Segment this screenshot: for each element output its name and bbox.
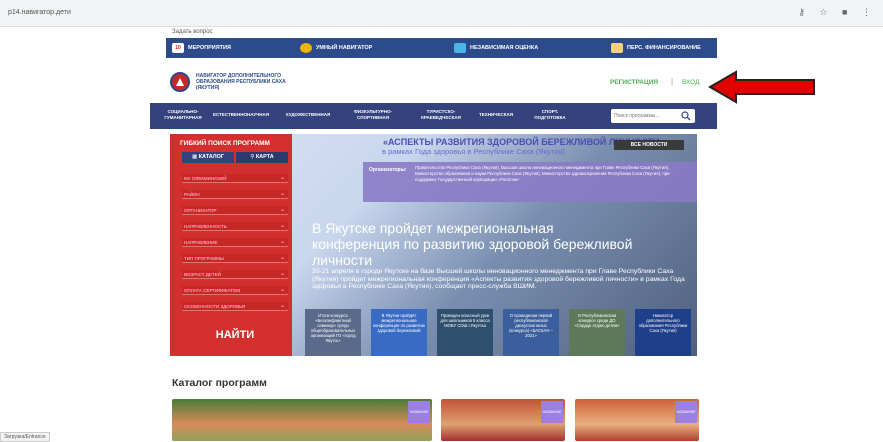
chevron-down-icon: ⌄ [279, 287, 285, 293]
filter-label: РАЙОН [184, 192, 200, 197]
chevron-down-icon: ⌄ [279, 207, 285, 213]
chevron-down-icon: ⌄ [279, 255, 285, 261]
find-button[interactable]: НАЙТИ [182, 322, 288, 348]
register-link[interactable]: РЕГИСТРАЦИЯ [610, 79, 658, 86]
tab-catalog-label: КАТАЛОГ [198, 154, 225, 160]
grid-icon: ▦ [191, 154, 199, 160]
filter-label: ВОЗРАСТ ДЕТЕЙ [184, 272, 221, 277]
top-nav-label: НЕЗАВИСИМАЯ ОЦЕНКА [470, 45, 539, 51]
top-nav-label: ПЕРС. ФИНАНСИРОВАНИЕ [627, 45, 701, 51]
category-label: ТУРИСТСКО- КРАЕВЕДЧЕСКАЯ [421, 109, 461, 120]
category-sport-training[interactable]: СПОРТ. ПОДГОТОВКА [522, 109, 578, 120]
tab-catalog[interactable]: ▦ КАТАЛОГ [182, 152, 234, 163]
card-icon [611, 42, 623, 53]
news-thumbnail-strip: Итоги конкурса «Бесконфликтный семинар» … [305, 309, 697, 356]
filter-district[interactable]: РАЙОН ⌄ [182, 190, 288, 199]
browser-url[interactable]: p14.навигатор.дети [8, 9, 71, 16]
top-nav-independent-assessment[interactable]: НЕЗАВИСИМАЯ ОЦЕНКА [454, 38, 538, 58]
category-technical[interactable]: ТЕХНИЧЕСКАЯ [474, 112, 518, 118]
catalog-title: Каталог программ [172, 377, 267, 389]
card-badge: НАЗВАНИЕ [675, 401, 697, 423]
chevron-down-icon: ⌄ [279, 175, 285, 181]
filter-label: ОРГАНИЗАТОР [184, 208, 217, 213]
category-nav: СОЦИАЛЬНО- ГУМАНИТАРНАЯ ЕСТЕСТВЕННОНАУЧН… [150, 103, 717, 129]
filter-label: ОПЛАТА СЕРТИФИКАТОМ [184, 288, 240, 293]
filter-label: МУ ОЛЕКМИНСКИЙ [184, 176, 227, 181]
news-thumb[interactable]: О Республиканском конкурсе среди ДО «Сер… [569, 309, 625, 356]
people-icon [300, 42, 312, 53]
chevron-down-icon: ⌄ [279, 223, 285, 229]
chevron-down-icon: ⌄ [279, 191, 285, 197]
filter-program-type[interactable]: ТИП ПРОГРАММЫ ⌄ [182, 254, 288, 263]
category-natural-science[interactable]: ЕСТЕСТВЕННОНАУЧНАЯ [208, 112, 274, 118]
search-input[interactable] [614, 111, 676, 121]
flexible-search-panel: ГИБКИЙ ПОИСК ПРОГРАММ ▦ КАТАЛОГ ⚲ КАРТА … [170, 134, 292, 356]
top-nav-smart-navigator[interactable]: УМНЫЙ НАВИГАТОР [300, 38, 372, 58]
red-arrow-annotation-icon [708, 70, 815, 104]
category-social[interactable]: СОЦИАЛЬНО- ГУМАНИТАРНАЯ [164, 109, 202, 120]
chevron-down-icon: ⌄ [279, 239, 285, 245]
login-link[interactable]: ВХОД [682, 79, 700, 86]
filter-focus[interactable]: НАПРАВЛЕННОСТЬ ⌄ [182, 222, 288, 231]
organizers-label: Организаторы: [369, 167, 407, 173]
hero-subtitle: в рамках Года здоровья в Республике Саха… [382, 147, 565, 156]
logo-text: НАВИГАТОР ДОПОЛНИТЕЛЬНОГО ОБРАЗОВАНИЯ РЕ… [196, 73, 286, 91]
calendar-icon: 10 [172, 42, 184, 53]
program-card[interactable]: НАЗВАНИЕ [441, 399, 565, 441]
news-description: 20-21 апреля в городе Якутске на базе Вы… [312, 268, 685, 291]
program-card[interactable]: НАЗВАНИЕ [575, 399, 699, 441]
card-badge: НАЗВАНИЕ [408, 401, 430, 423]
news-headline[interactable]: В Якутске пройдет межрегиональная конфер… [312, 220, 642, 268]
category-label: СОЦИАЛЬНО- ГУМАНИТАРНАЯ [164, 109, 202, 120]
ask-question-link[interactable]: Задать вопрос [172, 29, 213, 35]
search-box [611, 109, 695, 123]
top-nav-label: УМНЫЙ НАВИГАТОР [316, 45, 373, 51]
top-nav-label: МЕРОПРИЯТИЯ [188, 45, 231, 51]
top-nav: 10 МЕРОПРИЯТИЯ УМНЫЙ НАВИГАТОР НЕЗАВИСИМА… [166, 38, 717, 58]
filter-direction[interactable]: НАПРАВЛЕНИЕ ⌄ [182, 238, 288, 247]
category-sport[interactable]: ФИЗКУЛЬТУРНО- СПОРТИВНАЯ [342, 109, 404, 120]
news-thumb[interactable]: Итоги конкурса «Бесконфликтный семинар» … [305, 309, 361, 356]
category-label: ФИЗКУЛЬТУРНО- СПОРТИВНАЯ [353, 109, 393, 120]
tab-map[interactable]: ⚲ КАРТА [236, 152, 288, 163]
header-separator: | [671, 77, 674, 86]
chevron-down-icon: ⌄ [279, 271, 285, 277]
category-label: ХУДОЖЕСТВЕННАЯ [285, 112, 331, 117]
category-art[interactable]: ХУДОЖЕСТВЕННАЯ [280, 112, 336, 118]
filter-certificate[interactable]: ОПЛАТА СЕРТИФИКАТОМ ⌄ [182, 286, 288, 295]
filter-organizer[interactable]: ОРГАНИЗАТОР ⌄ [182, 206, 288, 215]
category-label: ТЕХНИЧЕСКАЯ [479, 112, 513, 117]
news-thumb[interactable]: Проведен классный урок для школьников 5 … [437, 309, 493, 356]
news-thumb[interactable]: О проведении первой республиканской диск… [503, 309, 559, 356]
news-thumb[interactable]: Навигатор дополнительного образования Ре… [635, 309, 691, 356]
chart-icon [454, 42, 466, 53]
category-label: СПОРТ. ПОДГОТОВКА [534, 109, 566, 120]
filter-label: ТИП ПРОГРАММЫ [184, 256, 224, 261]
filter-municipality[interactable]: МУ ОЛЕКМИНСКИЙ ⌄ [182, 174, 288, 183]
all-news-button[interactable]: ВСЕ НОВОСТИ [614, 140, 684, 150]
filter-label: НАПРАВЛЕННОСТЬ [184, 224, 227, 229]
category-tourism[interactable]: ТУРИСТСКО- КРАЕВЕДЧЕСКАЯ [412, 109, 470, 120]
panel-title: ГИБКИЙ ПОИСК ПРОГРАММ [180, 140, 270, 147]
filter-age[interactable]: ВОЗРАСТ ДЕТЕЙ ⌄ [182, 270, 288, 279]
top-nav-events[interactable]: 10 МЕРОПРИЯТИЯ [172, 38, 231, 58]
card-badge: НАЗВАНИЕ [541, 401, 563, 423]
filter-label: ОСОБЕННОСТИ ЗДОРОВЬЯ [184, 304, 246, 309]
filter-health[interactable]: ОСОБЕННОСТИ ЗДОРОВЬЯ ⌄ [182, 302, 288, 311]
browser-address-bar: p14.навигатор.дети ⚷ ☆ ■ ⋮ [0, 0, 883, 27]
search-icon[interactable] [681, 111, 691, 121]
category-label: ЕСТЕСТВЕННОНАУЧНАЯ [212, 112, 270, 117]
tab-map-label: КАРТА [255, 154, 274, 160]
news-thumb[interactable]: В Якутии пройдёт межрегиональная конфере… [371, 309, 427, 356]
organizers-text: Правительство Республики Саха (Якутия), … [415, 165, 670, 182]
filter-label: НАПРАВЛЕНИЕ [184, 240, 218, 245]
browser-toolbar-icons[interactable]: ⚷ ☆ ■ ⋮ [798, 7, 877, 18]
chevron-down-icon: ⌄ [279, 303, 285, 309]
program-card[interactable]: НАЗВАНИЕ [172, 399, 432, 441]
top-nav-personal-financing[interactable]: ПЕРС. ФИНАНСИРОВАНИЕ [611, 38, 701, 58]
